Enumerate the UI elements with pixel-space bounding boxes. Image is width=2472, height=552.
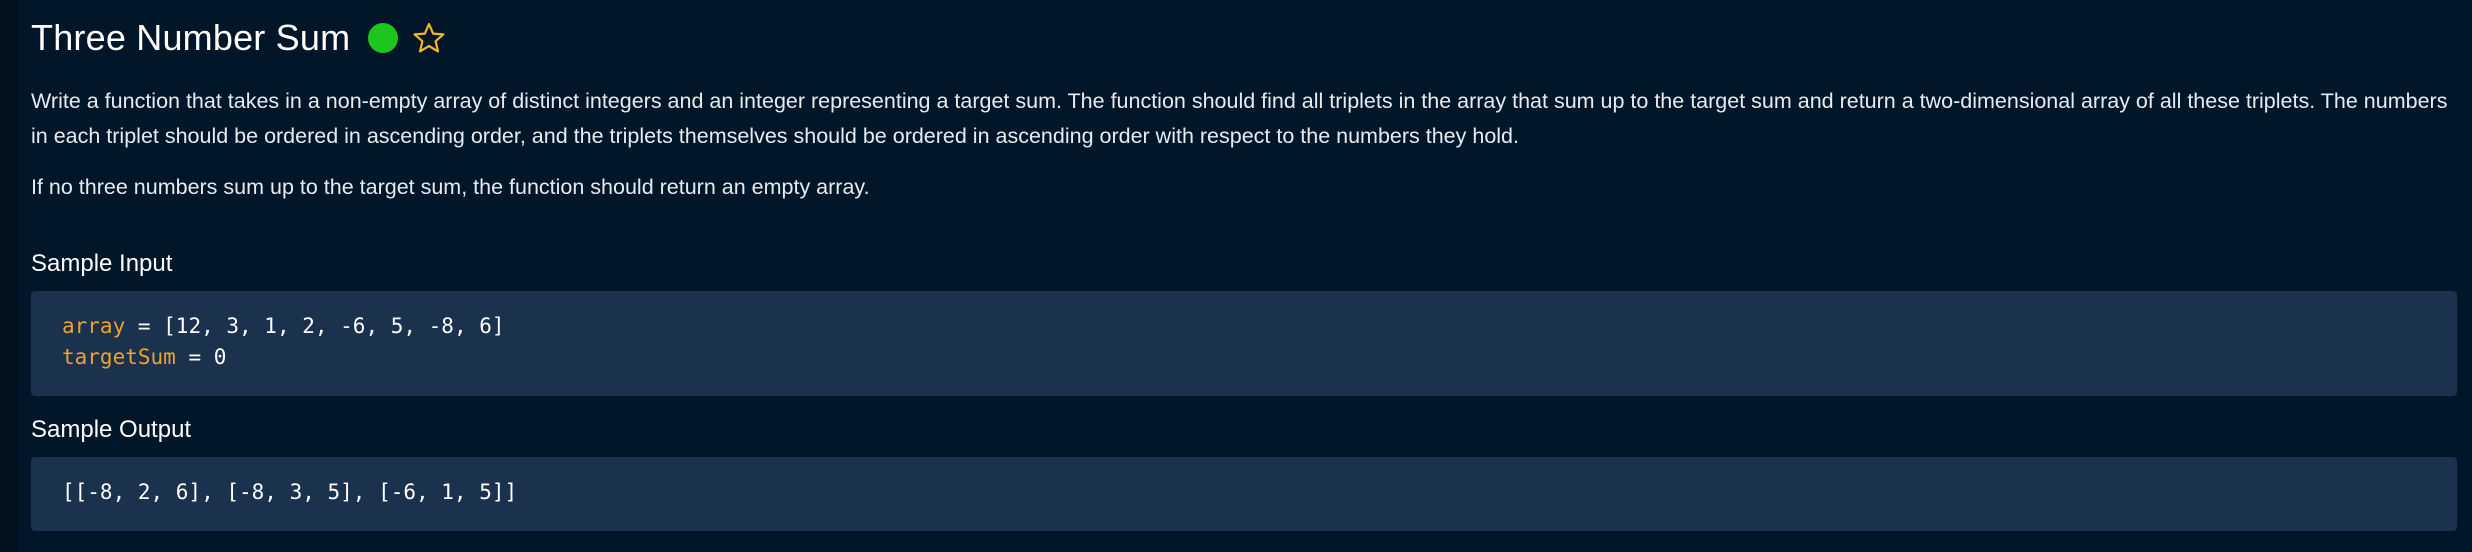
- star-outline-icon[interactable]: [412, 21, 446, 55]
- sample-output-heading: Sample Output: [31, 416, 192, 443]
- page-title: Three Number Sum: [31, 17, 351, 58]
- assignment-operator: =: [125, 314, 164, 338]
- code-line: array = [12, 3, 1, 2, -6, 5, -8, 6]: [62, 311, 2457, 342]
- difficulty-indicator-icon: [368, 23, 399, 53]
- variable-value: [12, 3, 1, 2, -6, 5, -8, 6]: [163, 314, 505, 338]
- sample-input-code-block: array = [12, 3, 1, 2, -6, 5, -8, 6] targ…: [31, 291, 2457, 396]
- code-line: [[-8, 2, 6], [-8, 3, 5], [-6, 1, 5]]: [62, 480, 518, 504]
- title-row: Three Number Sum: [31, 12, 446, 64]
- variable-name: array: [62, 314, 126, 338]
- variable-value: 0: [213, 345, 227, 369]
- problem-description: Write a function that takes in a non-emp…: [31, 84, 2451, 205]
- assignment-operator: =: [175, 345, 214, 369]
- sample-input-heading: Sample Input: [31, 250, 173, 277]
- variable-name: targetSum: [62, 345, 176, 369]
- left-sidebar-edge: [0, 0, 18, 552]
- description-paragraph: If no three numbers sum up to the target…: [31, 175, 870, 199]
- sample-output-code-block: [[-8, 2, 6], [-8, 3, 5], [-6, 1, 5]]: [31, 457, 2457, 531]
- code-line: targetSum = 0: [62, 342, 2457, 373]
- description-paragraph: Write a function that takes in a non-emp…: [31, 89, 2448, 148]
